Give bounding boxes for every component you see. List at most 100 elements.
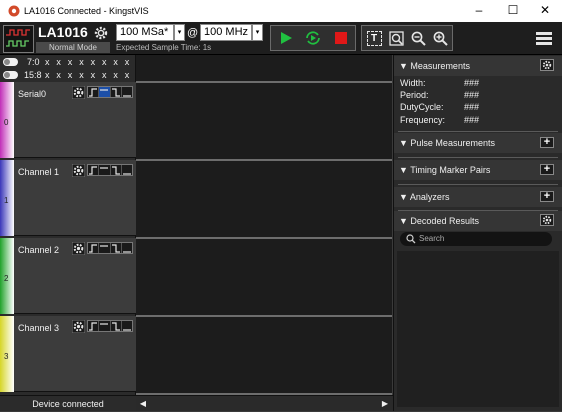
trigger-high-level-icon[interactable]	[99, 87, 111, 97]
main-menu-hamburger-icon[interactable]	[536, 32, 552, 35]
measurement-dutycycle: DutyCycle: ###	[400, 102, 480, 112]
maximize-button[interactable]: ☐	[496, 0, 530, 22]
trigger-selector	[87, 320, 133, 332]
device-logo	[3, 25, 34, 53]
channel-color-strip: 2	[0, 238, 14, 314]
zoom-fit-button[interactable]	[386, 28, 406, 48]
trigger-falling-edge-icon[interactable]	[111, 321, 122, 331]
trigger-rising-edge-icon[interactable]	[88, 87, 100, 97]
trigger-falling-edge-icon[interactable]	[111, 165, 122, 175]
channel-settings-gear-icon[interactable]	[72, 164, 85, 177]
stop-button[interactable]	[331, 28, 351, 48]
channel-row-1[interactable]: 1 Channel 1	[0, 160, 136, 236]
scroll-left-arrow-icon[interactable]: ◀	[138, 399, 148, 409]
channel-row-0[interactable]: 0 Serial0	[0, 82, 136, 158]
trigger-rising-edge-icon[interactable]	[88, 243, 100, 253]
divider	[398, 131, 558, 132]
device-name: LA1016	[38, 24, 88, 40]
trigger-high-level-icon[interactable]	[99, 243, 111, 253]
analyzers-section-header[interactable]: ▼ Analyzers +	[394, 187, 562, 207]
waveform-area[interactable]	[136, 55, 392, 395]
decoded-results-gear-icon[interactable]	[540, 214, 554, 226]
channel-color-strip: 0	[0, 82, 14, 158]
channel-row-3[interactable]: 3 Channel 3	[0, 316, 136, 392]
timing-marker-pairs-section-header[interactable]: ▼ Timing Marker Pairs +	[394, 160, 562, 180]
measurement-width: Width: ###	[400, 78, 480, 88]
analyzers-title: ▼ Analyzers	[399, 192, 450, 202]
search-icon	[406, 234, 416, 244]
trigger-selector	[87, 164, 133, 176]
sample-frequency-select[interactable]: 100 MHz	[200, 24, 252, 41]
add-pulse-measurement-button[interactable]: +	[540, 137, 554, 148]
measurements-gear-icon[interactable]	[540, 59, 554, 71]
decoded-results-list[interactable]	[397, 251, 559, 407]
group-toggle[interactable]	[3, 71, 18, 79]
trigger-falling-edge-icon[interactable]	[111, 243, 122, 253]
zoom-fit-icon	[388, 30, 404, 46]
trigger-low-level-icon[interactable]	[122, 87, 132, 97]
scroll-right-arrow-icon[interactable]: ▶	[380, 399, 390, 409]
measurement-frequency: Frequency: ###	[400, 115, 480, 125]
close-button[interactable]: ✕	[528, 0, 562, 22]
channel-name[interactable]: Channel 3	[18, 323, 59, 333]
text-annotation-button[interactable]: T	[364, 28, 384, 48]
sample-rate-dropdown-arrow-icon[interactable]: ▾	[174, 24, 185, 41]
channel-name[interactable]: Channel 1	[18, 167, 59, 177]
group-divider-line	[136, 81, 392, 83]
repeat-start-button[interactable]	[303, 28, 323, 48]
group-label: 7:0	[27, 57, 40, 67]
divider	[398, 184, 558, 185]
group-bits: x x x x x x x x	[45, 70, 132, 80]
trigger-low-level-icon[interactable]	[122, 165, 132, 175]
device-mode: Normal Mode	[36, 42, 110, 53]
channel-settings-gear-icon[interactable]	[72, 242, 85, 255]
search-placeholder: Search	[419, 234, 445, 243]
pulse-measurements-section-header[interactable]: ▼ Pulse Measurements +	[394, 133, 562, 153]
channel-row-2[interactable]: 2 Channel 2	[0, 238, 136, 314]
channel-1-waveform-line	[136, 237, 392, 239]
trigger-rising-edge-icon[interactable]	[88, 321, 100, 331]
text-tool-icon: T	[366, 30, 382, 46]
add-analyzer-button[interactable]: +	[540, 191, 554, 202]
stop-icon	[335, 32, 347, 44]
at-symbol: @	[187, 27, 199, 39]
channel-settings-gear-icon[interactable]	[72, 86, 85, 99]
channel-color-strip: 3	[0, 316, 14, 392]
waveform-icon	[6, 29, 30, 47]
channel-name[interactable]: Channel 2	[18, 245, 59, 255]
trigger-high-level-icon[interactable]	[99, 165, 111, 175]
start-button[interactable]	[276, 28, 296, 48]
add-timing-marker-button[interactable]: +	[540, 164, 554, 175]
device-settings-gear-icon[interactable]	[94, 26, 108, 40]
channel-0-waveform-line	[136, 159, 392, 161]
sample-frequency-dropdown-arrow-icon[interactable]: ▾	[252, 24, 263, 41]
sample-rate-select[interactable]: 100 MSa*	[116, 24, 174, 41]
decoded-results-section-header[interactable]: ▼ Decoded Results	[394, 211, 562, 231]
channel-group-row: 15:8 x x x x x x x x	[0, 69, 136, 81]
trigger-high-level-icon[interactable]	[99, 321, 111, 331]
app-icon	[8, 5, 20, 17]
channel-settings-gear-icon[interactable]	[72, 320, 85, 333]
trigger-rising-edge-icon[interactable]	[88, 165, 100, 175]
channel-group-row: 7:0 x x x x x x x x	[0, 56, 136, 68]
channel-number: 2	[4, 274, 9, 283]
channel-color-strip: 1	[0, 160, 14, 236]
decoded-search-input[interactable]: Search	[400, 232, 552, 246]
trigger-low-level-icon[interactable]	[122, 243, 132, 253]
channel-number: 1	[4, 196, 9, 205]
measurements-section-header[interactable]: ▼ Measurements	[394, 56, 562, 76]
zoom-out-button[interactable]	[408, 28, 428, 48]
horizontal-scrollbar[interactable]: ◀ ▶	[136, 395, 393, 411]
window-title: LA1016 Connected - KingstVIS	[24, 6, 149, 16]
repeat-play-icon	[306, 31, 320, 45]
timing-marker-pairs-title: ▼ Timing Marker Pairs	[399, 165, 491, 175]
right-side-panel: ▼ Measurements Width: ### Period: ### Duty…	[393, 55, 562, 411]
group-toggle[interactable]	[3, 58, 18, 66]
channel-name[interactable]: Serial0	[18, 89, 46, 99]
trigger-low-level-icon[interactable]	[122, 321, 132, 331]
minimize-button[interactable]: –	[462, 0, 496, 22]
channel-list: 7:0 x x x x x x x x 15:8 x x x x x x x x…	[0, 55, 136, 395]
trigger-falling-edge-icon[interactable]	[111, 87, 122, 97]
group-label: 15:8	[24, 70, 42, 80]
zoom-in-button[interactable]	[430, 28, 450, 48]
